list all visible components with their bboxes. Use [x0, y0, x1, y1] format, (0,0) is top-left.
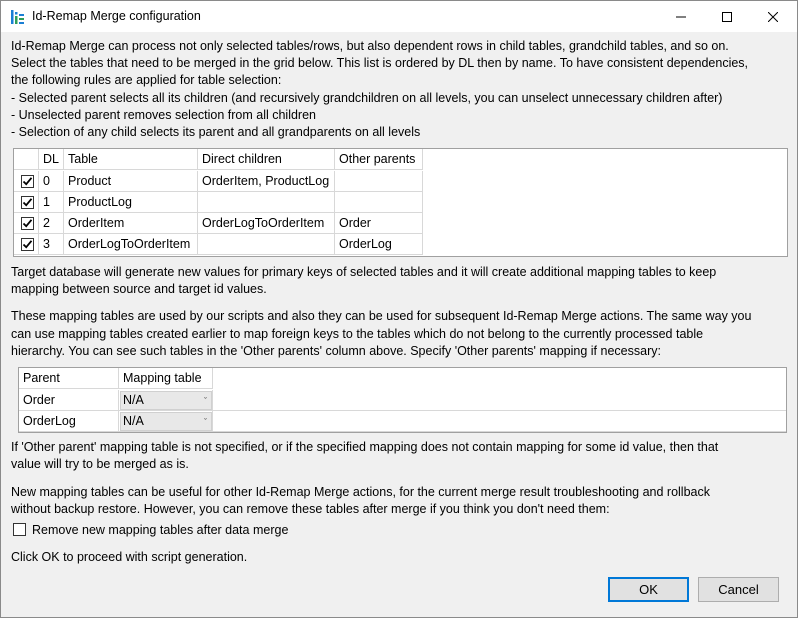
footer-instruction: Click OK to proceed with script generati… — [11, 550, 248, 564]
table-row-checkbox-cell — [14, 213, 39, 234]
remove-mapping-tables-checkbox[interactable] — [13, 523, 26, 536]
row-select-checkbox[interactable] — [21, 238, 34, 251]
mapping-row-parent[interactable]: OrderLog — [19, 411, 119, 432]
chevron-down-icon: ˇ — [204, 417, 207, 427]
window-title: Id-Remap Merge configuration — [32, 9, 201, 23]
table-row-children[interactable]: OrderItem, ProductLog — [198, 171, 335, 192]
title-bar: Id-Remap Merge configuration — [1, 1, 797, 32]
ok-button[interactable]: OK — [608, 577, 689, 602]
table-row-checkbox-cell — [14, 192, 39, 213]
table-row-table[interactable]: ProductLog — [64, 192, 198, 213]
rule-line-1: - Selected parent selects all its childr… — [11, 91, 723, 105]
column-header-other-parents[interactable]: Other parents — [335, 149, 423, 170]
minimize-button[interactable] — [658, 1, 704, 32]
other-parent-line-1: If 'Other parent' mapping table is not s… — [11, 440, 719, 454]
table-row-parents[interactable]: Order — [335, 213, 423, 234]
tables-grid: DL Table Direct children Other parents 0… — [13, 148, 788, 257]
intro-line-2: Select the tables that need to be merged… — [11, 56, 749, 70]
table-row-parents[interactable] — [335, 171, 423, 192]
other-parent-line-2: value will try to be merged as is. — [11, 457, 189, 471]
intro-line-1: Id-Remap Merge can process not only sele… — [11, 39, 729, 53]
column-header-direct-children[interactable]: Direct children — [198, 149, 335, 170]
table-row-dl[interactable]: 1 — [39, 192, 64, 213]
maximize-icon — [722, 11, 732, 22]
rule-line-3: - Selection of any child selects its par… — [11, 125, 421, 139]
table-row-checkbox-cell — [14, 171, 39, 192]
table-row-parents[interactable] — [335, 192, 423, 213]
close-button[interactable] — [750, 1, 796, 32]
checkmark-icon — [22, 240, 33, 249]
table-row-dl[interactable]: 3 — [39, 234, 64, 255]
mapping-table-value: N/A — [123, 414, 144, 428]
mapping-table-dropdown[interactable]: N/A ˇ — [120, 391, 212, 410]
grid-header-check — [14, 149, 39, 170]
mapping-line-3: hierarchy. You can see such tables in th… — [11, 344, 661, 358]
row-select-checkbox[interactable] — [21, 175, 34, 188]
mapping-line-1: These mapping tables are used by our scr… — [11, 309, 752, 323]
table-row-table[interactable]: Product — [64, 171, 198, 192]
maximize-button[interactable] — [704, 1, 750, 32]
target-line-2: mapping between source and target id val… — [11, 282, 267, 296]
column-header-dl[interactable]: DL — [39, 149, 64, 170]
checkmark-icon — [22, 219, 33, 228]
table-row-children[interactable] — [198, 234, 335, 255]
intro-line-3: the following rules are applied for tabl… — [11, 73, 282, 87]
row-select-checkbox[interactable] — [21, 196, 34, 209]
id-remap-app-icon — [11, 10, 24, 24]
mapping-row-mapping-cell: N/A ˇ — [119, 411, 213, 432]
table-row-dl[interactable]: 2 — [39, 213, 64, 234]
mapping-line-2: can use mapping tables created earlier t… — [11, 327, 704, 341]
remove-mapping-tables-option[interactable]: Remove new mapping tables after data mer… — [13, 521, 343, 539]
mapping-row-parent[interactable]: Order — [19, 390, 119, 411]
rule-line-2: - Unselected parent removes selection fr… — [11, 108, 316, 122]
mapping-row-filler — [213, 390, 786, 411]
dialog-window: Id-Remap Merge configuration Id-Remap Me… — [0, 0, 798, 618]
chevron-down-icon: ˇ — [204, 396, 207, 406]
table-row-table[interactable]: OrderLogToOrderItem — [64, 234, 198, 255]
cancel-button[interactable]: Cancel — [698, 577, 779, 602]
new-mapping-line-2: without backup restore. However, you can… — [11, 502, 610, 516]
mapping-row-mapping-cell: N/A ˇ — [119, 390, 213, 411]
table-row-children[interactable] — [198, 192, 335, 213]
table-row-checkbox-cell — [14, 234, 39, 255]
target-line-1: Target database will generate new values… — [11, 265, 717, 279]
mapping-table-dropdown[interactable]: N/A ˇ — [120, 412, 212, 431]
table-row-dl[interactable]: 0 — [39, 171, 64, 192]
new-mapping-line-1: New mapping tables can be useful for oth… — [11, 485, 710, 499]
mapping-table-value: N/A — [123, 393, 144, 407]
remove-mapping-tables-label: Remove new mapping tables after data mer… — [32, 523, 289, 537]
checkmark-icon — [22, 198, 33, 207]
minimize-icon — [676, 16, 686, 17]
row-select-checkbox[interactable] — [21, 217, 34, 230]
table-row-table[interactable]: OrderItem — [64, 213, 198, 234]
table-row-children[interactable]: OrderLogToOrderItem — [198, 213, 335, 234]
column-header-table[interactable]: Table — [64, 149, 198, 170]
checkmark-icon — [22, 177, 33, 186]
column-header-mapping-table[interactable]: Mapping table — [119, 368, 213, 389]
mapping-row-filler — [213, 411, 786, 432]
column-header-parent[interactable]: Parent — [19, 368, 119, 389]
table-row-parents[interactable]: OrderLog — [335, 234, 423, 255]
close-icon — [768, 11, 778, 22]
mapping-grid: Parent Mapping table Order N/A ˇ OrderLo… — [18, 367, 787, 433]
